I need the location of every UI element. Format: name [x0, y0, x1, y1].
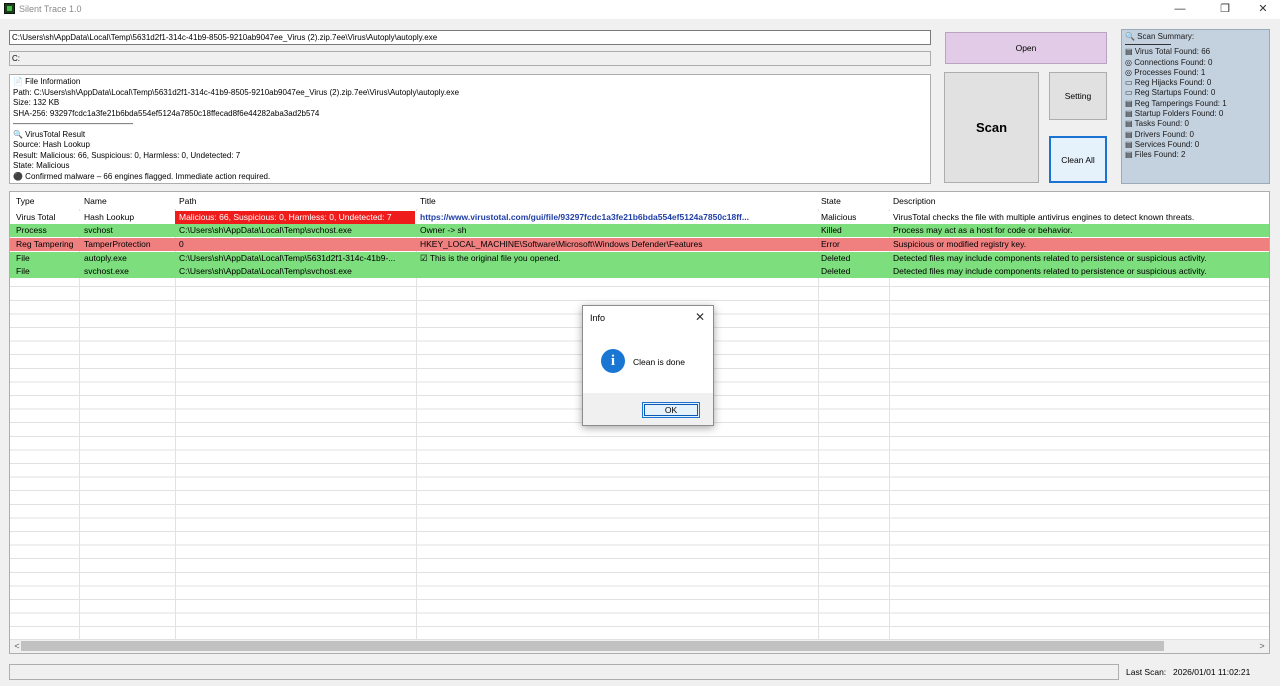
cell-name: Hash Lookup	[84, 212, 135, 222]
summary-item: ▤ Reg Tamperings Found: 1	[1125, 98, 1227, 108]
info-heading: 📄 File Information	[13, 77, 81, 86]
vt-source: Source: Hash Lookup	[13, 140, 90, 149]
close-icon[interactable]: ✕	[1243, 0, 1280, 19]
summary-item: ▤ Startup Folders Found: 0	[1125, 109, 1224, 119]
drive-input[interactable]: C:	[9, 51, 931, 66]
summary-item: ▤ Files Found: 2	[1125, 150, 1186, 160]
cell-path: C:\Users\sh\AppData\Local\Temp\svchost.e…	[179, 225, 352, 235]
summary-item: ▭ Reg Hijacks Found: 0	[1125, 78, 1212, 88]
cell-description: Detected files may include components re…	[893, 266, 1207, 276]
cell-description: Process may act as a host for code or be…	[893, 225, 1073, 235]
summary-item: ◎ Connections Found: 0	[1125, 57, 1213, 67]
vt-verdict: ⚫ Confirmed malware – 66 engines flagged…	[13, 171, 271, 181]
cell-type: Virus Total	[16, 212, 56, 222]
dialog-title: Info	[590, 313, 606, 323]
column-header-type[interactable]: Type	[16, 196, 34, 206]
table-row[interactable]: Process svchost C:\Users\sh\AppData\Loca…	[10, 224, 1269, 237]
table-row[interactable]: File svchost.exe C:\Users\sh\AppData\Loc…	[10, 265, 1269, 278]
info-size: Size: 132 KB	[13, 98, 60, 107]
cell-description: VirusTotal checks the file with multiple…	[893, 212, 1195, 222]
window-title: Silent Trace 1.0	[19, 4, 82, 14]
cell-title: HKEY_LOCAL_MACHINE\Software\Microsoft\Wi…	[420, 239, 703, 249]
table-row[interactable]: File autoply.exe C:\Users\sh\AppData\Loc…	[10, 252, 1269, 265]
cell-name: svchost.exe	[84, 266, 129, 276]
info-path: Path: C:\Users\sh\AppData\Local\Temp\563…	[13, 87, 460, 97]
cell-description: Suspicious or modified registry key.	[893, 239, 1027, 249]
column-header-description[interactable]: Description	[893, 196, 936, 206]
cell-type: File	[16, 253, 30, 263]
minimize-icon[interactable]: —	[1160, 0, 1200, 19]
info-sha256: SHA-256: 93297fcdc1a3fe21b6bda554ef5124a…	[13, 108, 320, 118]
status-field	[9, 664, 1119, 680]
virustotal-link[interactable]: https://www.virustotal.com/gui/file/9329…	[420, 212, 816, 222]
ok-label: OK	[664, 405, 678, 415]
summary-item: ▤ Tasks Found: 0	[1125, 119, 1189, 129]
column-header-title[interactable]: Title	[420, 196, 436, 206]
dialog-message: Clean is done	[633, 357, 685, 367]
setting-button[interactable]: Setting	[1049, 72, 1107, 120]
summary-item: ▭ Reg Startups Found: 0	[1125, 88, 1216, 98]
dialog-close-icon[interactable]: ✕	[695, 310, 705, 324]
cell-state: Deleted	[821, 266, 851, 276]
column-header-name[interactable]: Name	[84, 196, 107, 206]
summary-item: ▤ Virus Total Found: 66	[1125, 47, 1211, 57]
ok-button[interactable]: OK	[642, 402, 700, 418]
column-header-path[interactable]: Path	[179, 196, 197, 206]
vt-state: State: Malicious	[13, 161, 70, 170]
clean-all-button[interactable]: Clean All	[1049, 136, 1107, 183]
table-row[interactable]: Virus Total Hash Lookup Malicious: 66, S…	[10, 211, 1269, 224]
scroll-left-icon[interactable]: <	[11, 639, 23, 653]
cell-state: Error	[821, 239, 840, 249]
vt-result: Result: Malicious: 66, Suspicious: 0, Ha…	[13, 150, 241, 160]
cell-name: autoply.exe	[84, 253, 127, 263]
cell-title: Owner -> sh	[420, 225, 467, 235]
column-header-state[interactable]: State	[821, 196, 841, 206]
info-icon: i	[601, 349, 625, 373]
cell-state: Deleted	[821, 253, 851, 263]
summary-item: ▤ Drivers Found: 0	[1125, 129, 1194, 139]
summary-item: ▤ Services Found: 0	[1125, 139, 1200, 149]
cell-state: Malicious	[821, 212, 857, 222]
last-scan-value: 2026/01/01 11:02:21	[1173, 667, 1251, 677]
table-header: Type Name Path Title State Description	[10, 192, 1269, 209]
file-info-panel: 📄 File Information Path: C:\Users\sh\App…	[9, 74, 931, 184]
virustotal-heading: 🔍 VirusTotal Result	[13, 129, 86, 139]
scan-button[interactable]: Scan	[944, 72, 1039, 183]
scroll-right-icon[interactable]: >	[1256, 639, 1268, 653]
info-separator: ———————————————	[13, 119, 133, 128]
cell-path: Malicious: 66, Suspicious: 0, Harmless: …	[179, 212, 392, 222]
cell-type: Process	[16, 225, 47, 235]
summary-title: 🔍 Scan Summary:	[1125, 32, 1195, 41]
file-path-input[interactable]: C:\Users\sh\AppData\Local\Temp\5631d2f1-…	[9, 30, 931, 45]
cell-name: svchost	[84, 225, 113, 235]
cell-path: 0	[179, 239, 184, 249]
table-row[interactable]: Reg Tampering TamperProtection 0 HKEY_LO…	[10, 238, 1269, 251]
cell-path: C:\Users\sh\AppData\Local\Temp\svchost.e…	[179, 266, 352, 276]
cell-title: ☑ This is the original file you opened.	[420, 253, 561, 263]
summary-item: ◎ Processes Found: 1	[1125, 67, 1206, 77]
cell-name: TamperProtection	[84, 239, 151, 249]
cell-path: C:\Users\sh\AppData\Local\Temp\5631d2f1-…	[179, 253, 396, 263]
restore-icon[interactable]: ❐	[1205, 0, 1245, 19]
app-icon	[4, 3, 15, 14]
cell-type: File	[16, 266, 30, 276]
title-bar	[0, 0, 1280, 19]
scrollbar-thumb[interactable]	[21, 641, 1164, 651]
scan-summary-panel: 🔍 Scan Summary: ▤ Virus Total Found: 66 …	[1121, 29, 1270, 184]
cell-description: Detected files may include components re…	[893, 253, 1207, 263]
info-dialog: Info ✕ i Clean is done OK	[582, 305, 714, 426]
cell-state: Killed	[821, 225, 842, 235]
open-button[interactable]: Open	[945, 32, 1107, 64]
last-scan-label: Last Scan:	[1126, 667, 1167, 677]
summary-divider	[1125, 42, 1171, 46]
cell-type: Reg Tampering	[16, 239, 74, 249]
